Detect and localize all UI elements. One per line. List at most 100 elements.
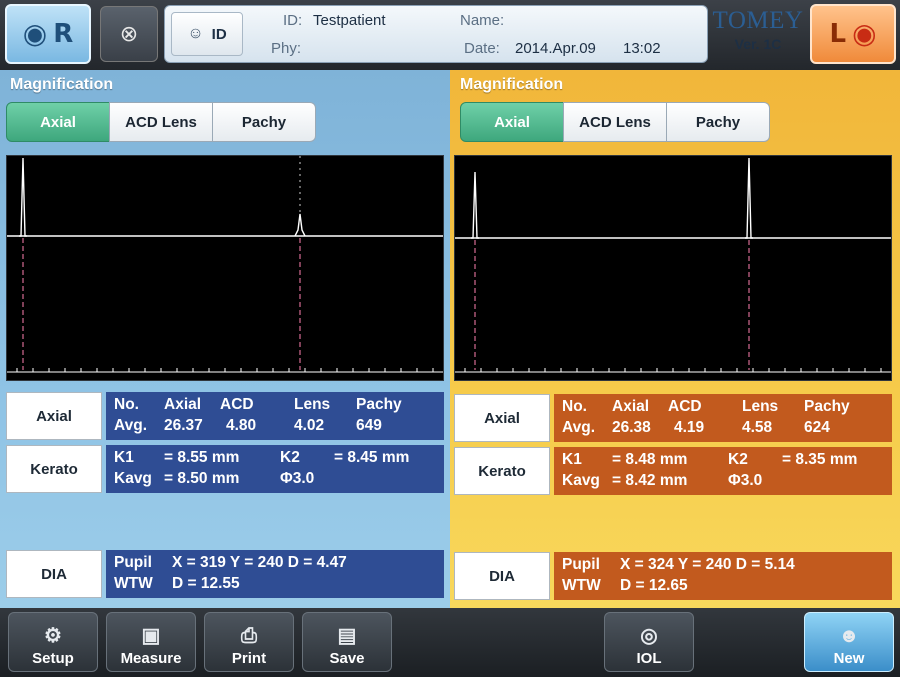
- tab-axial[interactable]: Axial: [460, 102, 564, 142]
- kerato-row-label[interactable]: Kerato: [6, 445, 102, 493]
- tab-pachy[interactable]: Pachy: [666, 102, 770, 142]
- kerato-row-data: K1 = 8.55 mm K2 = 8.45 mm Kavg = 8.50 mm…: [106, 445, 444, 493]
- iol-lens-icon: ◎: [640, 625, 658, 647]
- magnification-title: Magnification: [10, 76, 114, 93]
- scan-tabs: Axial ACD Lens Pachy: [6, 102, 316, 142]
- k2-value: = 8.45 mm: [334, 449, 410, 466]
- k1-label: K1: [114, 449, 134, 466]
- wtw-label: WTW: [562, 577, 601, 594]
- axial-header-no: No.: [114, 396, 139, 413]
- pupil-label: Pupil: [114, 554, 152, 571]
- id-button[interactable]: ☺ ID: [171, 12, 243, 56]
- eye-icon: ◉: [22, 17, 48, 50]
- dia-row-label[interactable]: DIA: [6, 550, 102, 598]
- right-eye-button[interactable]: ◉ R: [5, 4, 91, 64]
- axial-header-acd: ACD: [668, 398, 702, 415]
- kerato-zone: Φ3.0: [728, 472, 763, 489]
- left-eye-button[interactable]: L ◉: [810, 4, 896, 64]
- kavg-label: Kavg: [114, 470, 152, 487]
- k1-value: = 8.55 mm: [164, 449, 240, 466]
- eye-icon: ◉: [852, 17, 877, 50]
- tab-pachy[interactable]: Pachy: [212, 102, 316, 142]
- axial-row: Axial No. Axial ACD Lens Pachy Avg. 26.3…: [6, 392, 444, 440]
- bottom-toolbar: ⚙ Setup ▣ Measure ⎙ Print ▤ Save ◎ IOL ☻…: [0, 608, 900, 677]
- date-label: Date:: [464, 40, 500, 57]
- setup-label: Setup: [32, 650, 74, 667]
- new-patient-icon: ☻: [838, 625, 860, 647]
- brand-name: TOMEY: [712, 7, 804, 34]
- avg-lens: 4.02: [294, 417, 325, 434]
- avg-acd: 4.19: [674, 419, 705, 436]
- avg-acd: 4.80: [226, 417, 257, 434]
- dia-row-label[interactable]: DIA: [454, 552, 550, 600]
- id-label: ID:: [283, 12, 303, 29]
- setup-button[interactable]: ⚙ Setup: [8, 612, 98, 672]
- axial-header-lens: Lens: [742, 398, 779, 415]
- pupil-values: X = 319 Y = 240 D = 4.47: [172, 554, 347, 571]
- pupil-label: Pupil: [562, 556, 600, 573]
- kavg-label: Kavg: [562, 472, 600, 489]
- avg-lens: 4.58: [742, 419, 773, 436]
- kerato-row-data: K1 = 8.48 mm K2 = 8.35 mm Kavg = 8.42 mm…: [554, 447, 892, 495]
- a-scan-display: [6, 155, 444, 381]
- axial-header-pachy: Pachy: [356, 396, 402, 413]
- scan-tabs: Axial ACD Lens Pachy: [460, 102, 770, 142]
- print-button[interactable]: ⎙ Print: [204, 612, 294, 672]
- tab-axial[interactable]: Axial: [6, 102, 110, 142]
- version-label: Ver. 1C: [734, 36, 782, 52]
- avg-pachy: 624: [804, 419, 830, 436]
- kavg-value: = 8.50 mm: [164, 470, 240, 487]
- iol-button[interactable]: ◎ IOL: [604, 612, 694, 672]
- new-label: New: [833, 650, 865, 667]
- kavg-value: = 8.42 mm: [612, 472, 688, 489]
- top-bar: ◉ R ⊗ ☺ ID ID: Testpatient Name: Phy: Da…: [0, 0, 900, 70]
- date-value: 2014.Apr.09: [515, 40, 596, 57]
- iol-label: IOL: [636, 650, 662, 667]
- phy-label: Phy:: [271, 40, 302, 57]
- brand-logo: TOMEY Ver. 1C: [712, 6, 804, 62]
- patient-info-panel: ☺ ID ID: Testpatient Name: Phy: Date: 20…: [164, 5, 708, 63]
- axial-header-lens: Lens: [294, 396, 331, 413]
- kerato-row: Kerato K1 = 8.55 mm K2 = 8.45 mm Kavg = …: [6, 445, 444, 493]
- name-label: Name:: [460, 12, 505, 29]
- axial-header-acd: ACD: [220, 396, 254, 413]
- measure-icon: ▣: [141, 625, 161, 647]
- dia-row: DIA Pupil X = 319 Y = 240 D = 4.47 WTW D…: [6, 550, 444, 598]
- axial-row-data: No. Axial ACD Lens Pachy Avg. 26.37 4.80…: [106, 392, 444, 440]
- dia-row: DIA Pupil X = 324 Y = 240 D = 5.14 WTW D…: [454, 552, 892, 600]
- id-value: Testpatient: [313, 12, 386, 29]
- time-value: 13:02: [623, 40, 661, 57]
- pupil-values: X = 324 Y = 240 D = 5.14: [620, 556, 795, 573]
- k2-value: = 8.35 mm: [782, 451, 858, 468]
- axial-row-label[interactable]: Axial: [454, 394, 550, 442]
- person-icon: ☺: [187, 25, 204, 42]
- id-button-label: ID: [211, 25, 227, 43]
- axial-header-no: No.: [562, 398, 587, 415]
- axial-header-axial: Axial: [612, 398, 650, 415]
- dia-row-data: Pupil X = 324 Y = 240 D = 5.14 WTW D = 1…: [554, 552, 892, 600]
- avg-pachy: 649: [356, 417, 382, 434]
- axial-row: Axial No. Axial ACD Lens Pachy Avg. 26.3…: [454, 394, 892, 442]
- printer-icon: ⎙: [241, 625, 257, 647]
- floppy-disk-icon: ▤: [337, 625, 357, 647]
- avg-label: Avg.: [114, 417, 148, 434]
- tab-acd-lens[interactable]: ACD Lens: [563, 102, 667, 142]
- tab-acd-lens[interactable]: ACD Lens: [109, 102, 213, 142]
- save-button[interactable]: ▤ Save: [302, 612, 392, 672]
- left-eye-letter: L: [829, 19, 847, 49]
- avg-axial: 26.37: [164, 417, 203, 434]
- k2-label: K2: [280, 449, 300, 466]
- cancel-button[interactable]: ⊗: [100, 6, 158, 62]
- wtw-label: WTW: [114, 575, 153, 592]
- right-eye-letter: R: [53, 19, 74, 49]
- dia-row-data: Pupil X = 319 Y = 240 D = 4.47 WTW D = 1…: [106, 550, 444, 598]
- axial-row-label[interactable]: Axial: [6, 392, 102, 440]
- measure-button[interactable]: ▣ Measure: [106, 612, 196, 672]
- k2-label: K2: [728, 451, 748, 468]
- kerato-row: Kerato K1 = 8.48 mm K2 = 8.35 mm Kavg = …: [454, 447, 892, 495]
- axial-header-axial: Axial: [164, 396, 202, 413]
- new-button[interactable]: ☻ New: [804, 612, 894, 672]
- kerato-row-label[interactable]: Kerato: [454, 447, 550, 495]
- a-scan-waveform: [7, 156, 443, 373]
- axial-row-data: No. Axial ACD Lens Pachy Avg. 26.38 4.19…: [554, 394, 892, 442]
